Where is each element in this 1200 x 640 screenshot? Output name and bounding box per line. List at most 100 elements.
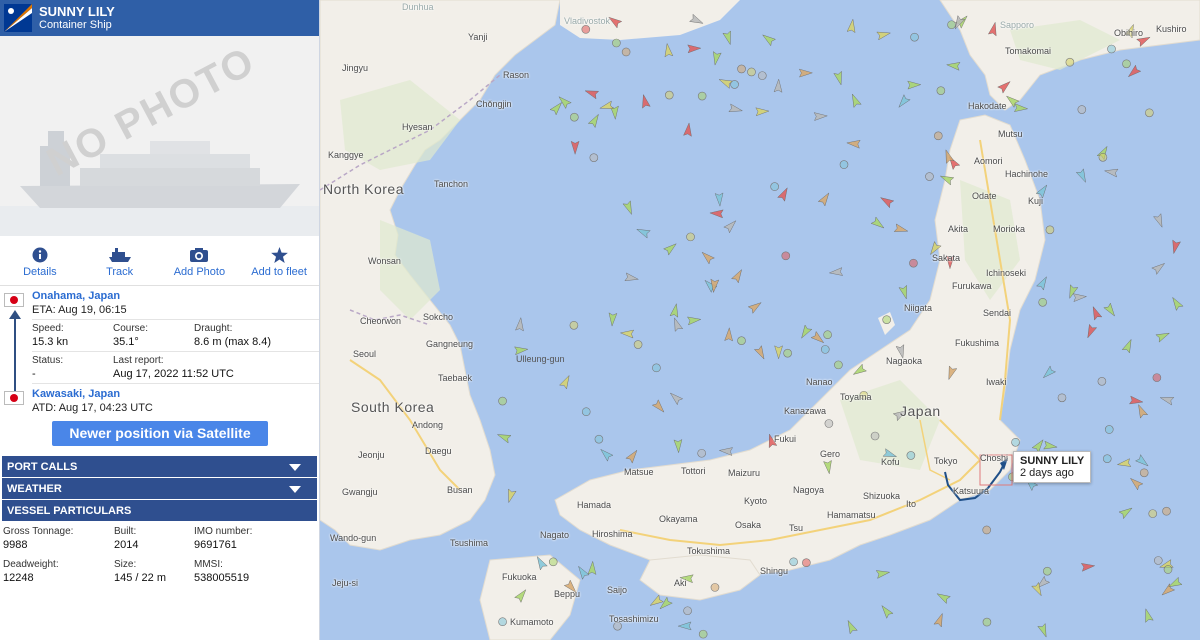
vessel-marker[interactable] [594, 434, 604, 444]
vessel-marker[interactable] [1097, 377, 1107, 386]
vessel-marker[interactable] [663, 241, 679, 256]
vessel-marker[interactable] [1077, 105, 1087, 114]
vessel-marker[interactable] [1013, 103, 1029, 113]
vessel-marker[interactable] [728, 103, 744, 115]
vessel-marker[interactable] [802, 558, 811, 567]
vessel-marker[interactable] [598, 446, 614, 462]
vessel-marker[interactable] [697, 448, 706, 458]
vessel-marker[interactable] [1084, 323, 1098, 339]
vessel-marker[interactable] [876, 29, 892, 41]
vessel-marker[interactable] [1118, 505, 1134, 520]
vessel-marker[interactable] [498, 617, 507, 627]
vessel-marker[interactable] [548, 557, 558, 567]
vessel-marker[interactable] [1116, 458, 1132, 469]
vessel-marker[interactable] [798, 324, 813, 340]
vessel-marker[interactable] [833, 70, 845, 86]
vessel-marker[interactable] [683, 122, 694, 137]
vessel-marker[interactable] [619, 329, 635, 339]
vessel-marker[interactable] [1011, 437, 1020, 447]
vessel-marker[interactable] [907, 80, 922, 90]
vessel-marker[interactable] [1159, 394, 1175, 406]
map-view[interactable]: Dunhua Vladivostok Sapporo Yanji Rason J… [320, 0, 1200, 640]
vessel-marker[interactable] [1151, 260, 1167, 275]
vessel-marker[interactable] [1043, 440, 1058, 451]
vessel-marker[interactable] [1045, 225, 1055, 235]
vessel-marker[interactable] [1098, 152, 1108, 162]
vessel-marker[interactable] [723, 218, 739, 234]
vessel-marker[interactable] [1072, 293, 1088, 302]
vessel-marker[interactable] [1155, 329, 1171, 343]
vessel-marker[interactable] [698, 629, 708, 639]
vessel-marker[interactable] [947, 20, 956, 30]
vessel-marker[interactable] [697, 91, 707, 101]
vessel-marker[interactable] [846, 139, 861, 149]
vessel-marker[interactable] [687, 44, 702, 54]
vessel-marker[interactable] [1037, 623, 1050, 638]
vessel-marker[interactable] [1162, 506, 1171, 516]
vessel-marker[interactable] [777, 186, 791, 202]
destination-name[interactable]: Onahama, Japan [32, 290, 319, 303]
vessel-marker[interactable] [1153, 213, 1166, 229]
vessel-marker[interactable] [982, 525, 992, 535]
vessel-marker[interactable] [625, 448, 640, 464]
vessel-marker[interactable] [798, 68, 814, 78]
vessel-marker[interactable] [498, 396, 507, 406]
vessel-marker[interactable] [635, 226, 651, 239]
vessel-marker[interactable] [760, 32, 777, 47]
vessel-particulars-section[interactable]: VESSEL PARTICULARS [2, 500, 317, 522]
vessel-marker[interactable] [1153, 556, 1163, 565]
vessel-marker[interactable] [747, 67, 756, 77]
vessel-marker[interactable] [875, 568, 891, 579]
vessel-marker[interactable] [1043, 566, 1052, 576]
vessel-marker[interactable] [773, 78, 783, 93]
vessel-marker[interactable] [599, 100, 614, 112]
vessel-marker[interactable] [781, 251, 791, 261]
vessel-marker[interactable] [731, 268, 745, 284]
vessel-marker[interactable] [673, 439, 683, 454]
vessel-marker[interactable] [651, 399, 667, 415]
vessel-marker[interactable] [584, 87, 600, 100]
vessel-marker[interactable] [1103, 302, 1118, 318]
vessel-marker[interactable] [505, 488, 517, 504]
vessel-marker[interactable] [1128, 475, 1144, 491]
vessel-marker[interactable] [813, 112, 828, 121]
vessel-marker[interactable] [753, 345, 767, 361]
vessel-marker[interactable] [683, 606, 692, 616]
vessel-marker[interactable] [910, 32, 919, 42]
vessel-marker[interactable] [671, 317, 684, 332]
vessel-marker[interactable] [663, 42, 674, 58]
vessel-marker[interactable] [1036, 275, 1050, 291]
vessel-marker[interactable] [1129, 395, 1144, 406]
vessel-marker[interactable] [1121, 338, 1135, 354]
vessel-marker[interactable] [817, 191, 832, 207]
vessel-marker[interactable] [1134, 454, 1150, 469]
port-calls-section[interactable]: PORT CALLS [2, 456, 317, 478]
vessel-marker[interactable] [718, 446, 734, 456]
vessel-marker[interactable] [823, 330, 832, 340]
vessel-marker[interactable] [1142, 608, 1154, 623]
vessel-marker[interactable] [1041, 365, 1057, 381]
vessel-marker[interactable] [633, 340, 643, 349]
add-to-fleet-button[interactable]: Add to fleet [239, 236, 319, 285]
origin-name[interactable]: Kawasaki, Japan [32, 388, 319, 401]
vessel-marker[interactable] [1057, 393, 1067, 403]
details-button[interactable]: Details [0, 236, 80, 285]
vessel-marker[interactable] [612, 38, 621, 48]
vessel-marker[interactable] [933, 612, 946, 628]
vessel-marker[interactable] [1080, 562, 1096, 572]
vessel-marker[interactable] [896, 94, 911, 110]
vessel-marker[interactable] [624, 272, 640, 283]
vessel-marker[interactable] [730, 80, 739, 89]
vessel-marker[interactable] [828, 267, 844, 277]
vessel-marker[interactable] [982, 617, 992, 627]
vessel-marker[interactable] [783, 348, 792, 358]
weather-section[interactable]: WEATHER [2, 478, 317, 500]
vessel-marker[interactable] [515, 316, 524, 332]
vessel-map-tooltip[interactable]: SUNNY LILY 2 days ago [1013, 451, 1092, 483]
vessel-marker[interactable] [1104, 425, 1114, 434]
vessel-marker[interactable] [1089, 305, 1103, 321]
vessel-marker[interactable] [648, 594, 664, 609]
vessel-marker[interactable] [870, 216, 886, 231]
vessel-marker[interactable] [652, 363, 661, 373]
vessel-marker[interactable] [789, 557, 798, 567]
